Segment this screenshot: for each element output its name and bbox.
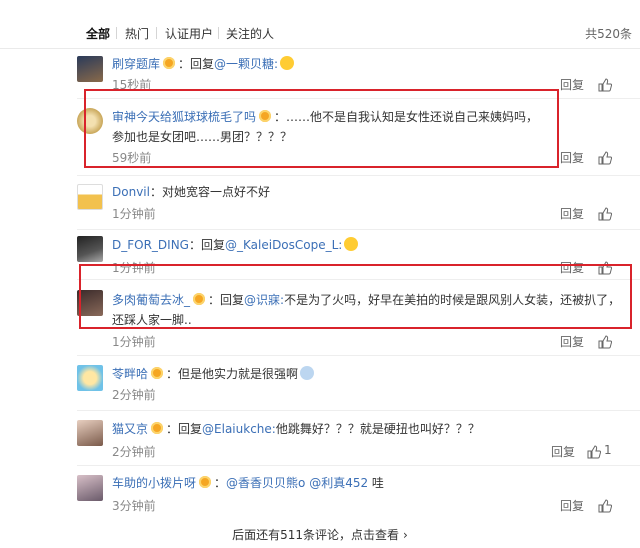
like-icon[interactable] [598,78,612,92]
comment-total-count: 共520条 [585,27,632,41]
avatar[interactable] [77,420,103,446]
comment-divider [77,175,640,176]
mention-link[interactable]: @香香贝贝熊o @利真452 [226,476,368,490]
load-more-label: 后面还有511条评论，点击查看 [232,528,400,542]
comment-body: 他跳舞好？？？就是硬扭也叫好？？？ [275,422,480,436]
tab-divider [116,27,117,39]
load-more-comments-link[interactable]: 后面还有511条评论，点击查看 › [0,522,640,548]
comment-text: 猫又京 ：回复@Elaiukche:他跳舞好？？？就是硬扭也叫好？？？ [112,419,620,439]
like-icon[interactable] [587,445,601,459]
comment-text: 苓畔哈 ：但是他实力就是很强啊 [112,364,620,384]
comment-username[interactable]: Donvil [112,185,150,199]
tab-following[interactable]: 关注的人 [226,25,274,42]
highlight-box [84,89,559,168]
comment-text: 刷穿题库 ：回复@一颗贝糖: [112,54,620,74]
vip-badge-icon [151,422,164,434]
comment-body: ：回复 [188,238,225,252]
comment-username[interactable]: 苓畔哈 [112,367,148,381]
reply-button[interactable]: 回复 [560,497,584,514]
reply-button[interactable]: 回复 [551,443,575,460]
mention-link[interactable]: @一颗贝糖: [214,57,278,71]
avatar[interactable] [77,365,103,391]
crying-emoji-icon [300,366,315,380]
comment-text: 车助的小拨片呀 ：@香香贝贝熊o @利真452 哇 [112,473,620,493]
chevron-right-icon: › [403,528,408,542]
comment-body: 哇 [371,476,384,490]
thumbs-up-emoji-icon [344,237,359,251]
comment-time: 1分钟前 [112,207,156,221]
comment-username[interactable]: 车助的小拨片呀 [112,476,196,490]
comment-username[interactable]: 猫又京 [112,422,148,436]
comment-time: 1分钟前 [112,335,156,349]
emoji-icon [280,56,295,70]
comment-time: 3分钟前 [112,499,156,513]
tab-verified[interactable]: 认证用户 [165,25,213,42]
comment-body: ：回复 [166,422,203,436]
reply-button[interactable]: 回复 [560,149,584,166]
comment-body: ：对她宽容一点好不好 [149,185,270,199]
avatar[interactable] [77,184,103,210]
vip-badge-icon [163,57,176,69]
highlight-box [79,264,632,329]
mention-link[interactable]: @_KaleiDosCope_L: [225,238,342,252]
comment-divider [77,465,640,466]
comment-time: 2分钟前 [112,388,156,402]
comment-text: Donvil：对她宽容一点好不好 [112,182,620,202]
mention-link[interactable]: @Elaiukche: [202,422,276,436]
like-icon[interactable] [598,499,612,513]
tab-all[interactable]: 全部 [86,25,110,42]
avatar[interactable] [77,475,103,501]
like-icon[interactable] [598,151,612,165]
reply-button[interactable]: 回复 [560,205,584,222]
comment-filter-tabs: 全部 热门 认证用户 关注的人 共520条 [0,0,640,49]
comment-divider [77,410,640,411]
comment-text: D_FOR_DING：回复@_KaleiDosCope_L: [112,235,620,255]
comment-divider [77,355,640,356]
tab-hot[interactable]: 热门 [125,25,149,42]
like-icon[interactable] [598,335,612,349]
tab-divider [218,27,219,39]
avatar[interactable] [77,236,103,262]
comment-body: ：回复 [178,57,215,71]
comment-divider [77,229,640,230]
vip-badge-icon [199,476,212,488]
vip-badge-icon [151,367,164,379]
tab-divider [156,27,157,39]
like-count: 1 [604,443,612,457]
reply-button[interactable]: 回复 [560,333,584,350]
comment-body: ：但是他实力就是很强啊 [166,367,299,381]
like-icon[interactable] [598,207,612,221]
comment-username[interactable]: 刷穿题库 [112,57,160,71]
comment-time: 2分钟前 [112,445,156,459]
avatar[interactable] [77,56,103,82]
comment-username[interactable]: D_FOR_DING [112,238,189,252]
comment-body: ： [214,476,227,490]
reply-button[interactable]: 回复 [560,76,584,93]
